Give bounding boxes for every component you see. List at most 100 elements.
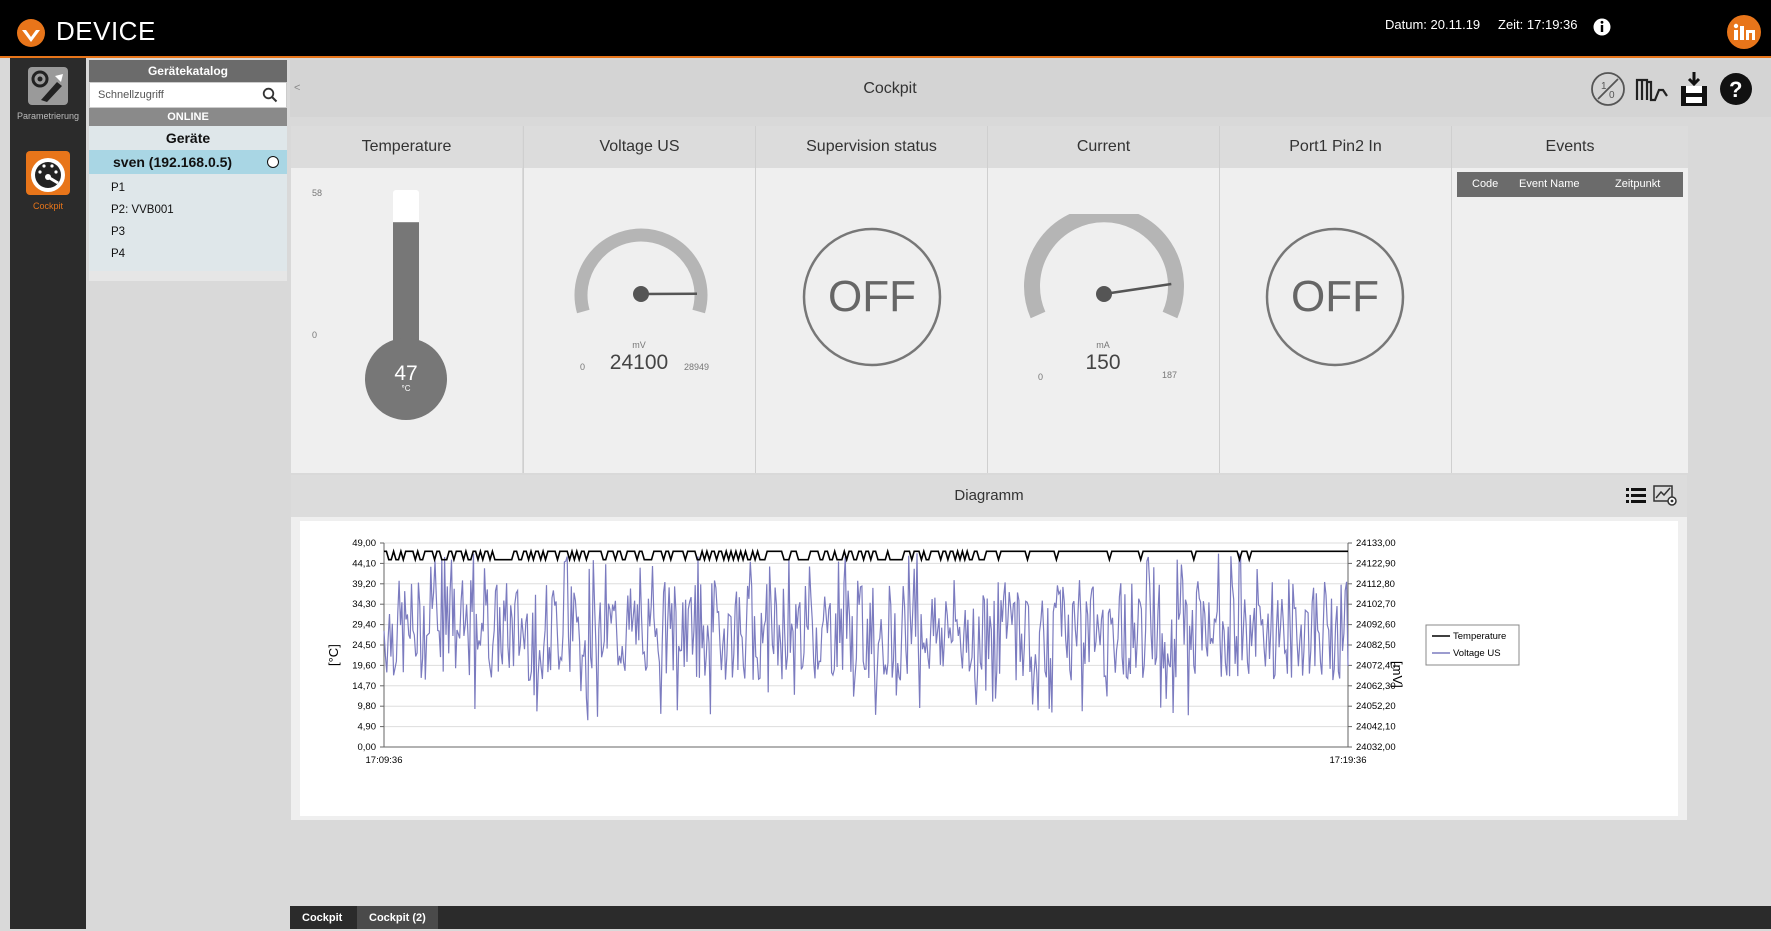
bottom-tab-bar: Cockpit Cockpit (2): [290, 906, 1771, 929]
save-icon[interactable]: [1675, 70, 1713, 108]
events-col-name[interactable]: Event Name: [1519, 178, 1580, 190]
voltage-unit: mV: [619, 340, 659, 350]
digital-io-icon[interactable]: 1 0: [1589, 70, 1627, 108]
left-tick-label: 49,00: [352, 538, 376, 549]
diagram-header: Diagramm: [291, 475, 1687, 517]
legend-temperature-label: Temperature: [1453, 631, 1506, 642]
list-view-icon[interactable]: [1626, 486, 1646, 504]
info-icon[interactable]: [1592, 17, 1612, 37]
nav-item-parametrierung[interactable]: Parametrierung: [10, 66, 86, 121]
port-item[interactable]: P1: [89, 177, 287, 199]
right-tick-label: 24032,00: [1356, 742, 1396, 753]
events-table-header: Code Event Name Zeitpunkt: [1457, 172, 1683, 197]
devices-group-header: Geräte: [89, 126, 287, 150]
signal-waveform-icon[interactable]: [1633, 70, 1671, 108]
catalog-title: Gerätekatalog: [89, 60, 287, 82]
tab-cockpit-2[interactable]: Cockpit (2): [357, 906, 438, 929]
events-col-code[interactable]: Code: [1472, 178, 1498, 190]
line-chart: 49,00 44,10 39,20 34,30 29,40 24,50 19,60 14,70…: [300, 521, 1678, 816]
right-tick-label: 24112,80: [1356, 579, 1395, 590]
events-panel: Events Code Event Name Zeitpunkt: [1451, 126, 1688, 473]
port-item[interactable]: P3: [89, 221, 287, 243]
catalog-search-input[interactable]: Schnellzugriff: [89, 82, 287, 108]
left-tick-label: 34,30: [352, 599, 376, 610]
events-title: Events: [1452, 126, 1688, 168]
voltage-min-label: 0: [580, 362, 585, 372]
svg-text:0: 0: [1609, 90, 1615, 101]
right-tick-label: 24102,70: [1356, 599, 1396, 610]
right-axis-label: [mV]: [1390, 661, 1405, 688]
right-tick-label: 24042,10: [1356, 722, 1396, 733]
left-tick-label: 24,50: [352, 640, 376, 651]
supervision-state: OFF: [801, 272, 943, 322]
chart-container: 49,00 44,10 39,20 34,30 29,40 24,50 19,60 14,70…: [300, 521, 1678, 816]
right-tick-label: 24122,90: [1356, 558, 1396, 569]
port1-pin2-state: OFF: [1264, 272, 1406, 322]
right-axis-tick-labels: 24133,00 24122,90 24112,80 24102,70 24092,60…: [1356, 538, 1396, 753]
device-item-sven[interactable]: sven (192.168.0.5): [89, 150, 287, 174]
x-tick-label: 17:09:36: [366, 755, 403, 766]
temperature-series-line: [384, 551, 1348, 559]
search-icon[interactable]: [262, 87, 278, 103]
device-status-ring-icon: [267, 156, 279, 168]
diagram-panel: 49,00 44,10 39,20 34,30 29,40 24,50 19,60 14,70…: [291, 517, 1687, 820]
voltage-panel: Voltage US mV 24100 0 28949: [523, 126, 755, 473]
help-icon[interactable]: ?: [1717, 70, 1755, 108]
supervision-title: Supervision status: [756, 126, 987, 168]
cockpit-gauge-icon: [25, 150, 71, 196]
time-display: Zeit: 17:19:36: [1498, 17, 1578, 32]
temperature-title: Temperature: [291, 126, 522, 168]
temperature-min-label: 0: [312, 330, 317, 340]
right-tick-label: 24092,60: [1356, 620, 1396, 631]
left-tick-label: 44,10: [352, 558, 376, 569]
left-axis-label: [°C]: [326, 644, 341, 666]
nav-label-parametrierung: Parametrierung: [10, 111, 86, 121]
port1-pin2-title: Port1 Pin2 In: [1220, 126, 1451, 168]
current-dial-gauge: [1021, 214, 1187, 340]
right-tick-label: 24133,00: [1356, 538, 1396, 549]
nav-label-cockpit: Cockpit: [10, 201, 86, 211]
diagram-title: Diagramm: [291, 487, 1687, 504]
cockpit-panels: Temperature 58 0 47 °C Voltage US mV 241…: [291, 126, 1687, 473]
left-axis-tick-labels: 49,00 44,10 39,20 34,30 29,40 24,50 19,60 14,70…: [352, 538, 376, 753]
supervision-panel: Supervision status OFF: [755, 126, 987, 473]
port-list: P1 P2: VVB001 P3 P4: [89, 174, 287, 271]
current-title: Current: [988, 126, 1219, 168]
right-tick-label: 24062,30: [1356, 681, 1396, 692]
left-navigation: Parametrierung Cockpit: [10, 58, 86, 929]
current-min-label: 0: [1038, 372, 1043, 382]
left-tick-label: 14,70: [352, 681, 376, 692]
date-display: Datum: 20.11.19: [1385, 17, 1480, 32]
right-tick-label: 24072,40: [1356, 660, 1396, 671]
nav-item-cockpit[interactable]: Cockpit: [10, 150, 86, 211]
left-tick-label: 29,40: [352, 620, 376, 631]
current-max-label: 187: [1162, 370, 1177, 380]
temperature-max-label: 58: [312, 188, 322, 198]
left-tick-label: 39,20: [352, 579, 376, 590]
voltage-max-label: 28949: [684, 362, 709, 372]
right-tick-label: 24082,50: [1356, 640, 1396, 651]
device-logo-icon: [16, 18, 46, 48]
device-label: sven (192.168.0.5): [113, 154, 232, 170]
temperature-value: 47: [361, 362, 451, 386]
current-value: 150: [1063, 351, 1143, 375]
app-brand: DEVICE: [56, 16, 156, 47]
current-panel: Current mA 150 0 187: [987, 126, 1219, 473]
cockpit-header: < Cockpit 1 0 ?: [290, 60, 1771, 117]
ifm-logo-icon: [1726, 14, 1762, 50]
port-item[interactable]: P2: VVB001: [89, 199, 287, 221]
top-bar-accent-line: [0, 56, 1771, 58]
page-title: Cockpit: [290, 80, 1490, 98]
left-tick-label: 19,60: [352, 660, 376, 671]
voltage-dial-gauge: [566, 226, 716, 336]
x-tick-label: 17:19:36: [1330, 755, 1367, 766]
voltage-series-line: [384, 553, 1348, 720]
chart-settings-icon[interactable]: [1653, 484, 1677, 506]
temperature-unit: °C: [361, 384, 451, 393]
left-tick-label: 9,80: [358, 701, 377, 712]
device-catalog: Gerätekatalog Schnellzugriff ONLINE Gerä…: [89, 60, 287, 281]
port-item[interactable]: P4: [89, 243, 287, 265]
events-col-time[interactable]: Zeitpunkt: [1615, 178, 1660, 190]
tab-cockpit[interactable]: Cockpit: [290, 906, 354, 929]
left-tick-label: 4,90: [358, 722, 377, 733]
